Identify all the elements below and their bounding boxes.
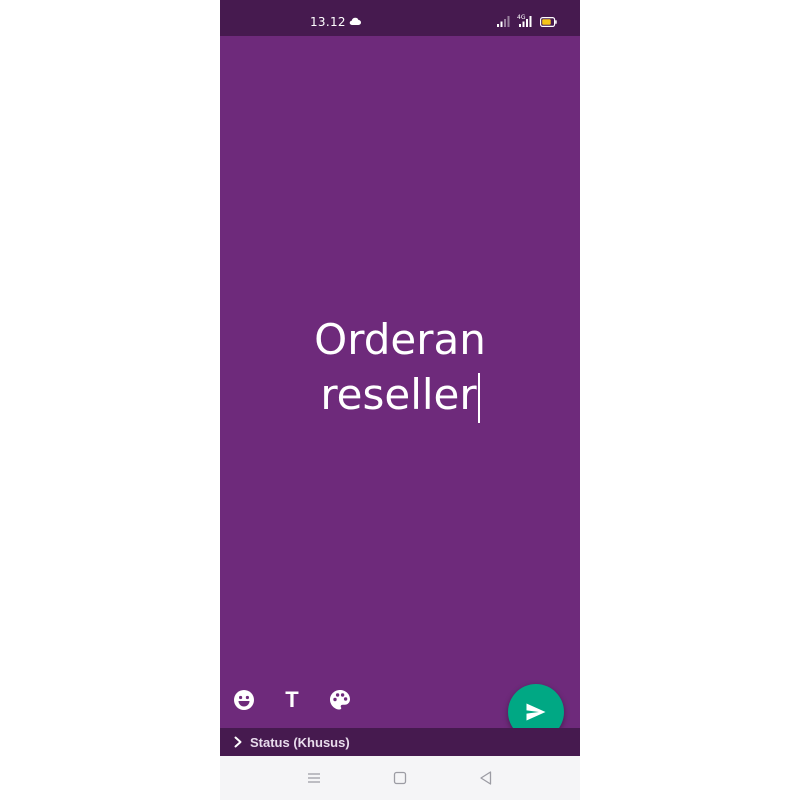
system-status-bar: 13.12 4G <box>220 0 580 36</box>
emoji-button[interactable] <box>232 688 256 712</box>
send-icon <box>526 703 546 721</box>
text-style-button[interactable]: T <box>280 688 304 712</box>
cloud-icon <box>349 17 361 26</box>
status-time: 13.12 <box>310 15 346 29</box>
status-composer-screen: 13.12 4G Orderan reseller T Status (Khus… <box>220 0 580 800</box>
text-cursor <box>477 373 480 423</box>
emoji-icon <box>234 690 254 710</box>
battery-icon <box>540 17 557 27</box>
status-text-line: Orderan <box>314 315 486 364</box>
signal-icon <box>519 16 532 27</box>
status-privacy-label: Status (Khusus) <box>250 735 350 750</box>
status-privacy-bar[interactable]: Status (Khusus) <box>220 728 580 756</box>
signal-icon <box>497 16 510 27</box>
system-navigation-bar <box>220 756 580 800</box>
status-text-line: reseller <box>320 370 477 419</box>
background-color-button[interactable] <box>328 688 352 712</box>
text-style-icon: T <box>285 687 299 712</box>
status-text-editor[interactable]: Orderan reseller <box>220 312 580 423</box>
menu-icon[interactable] <box>305 769 323 787</box>
palette-icon <box>330 690 350 710</box>
status-text-line-with-caret: reseller <box>220 367 580 423</box>
home-icon[interactable] <box>391 769 409 787</box>
back-icon[interactable] <box>477 769 495 787</box>
chevron-right-icon <box>234 736 242 748</box>
